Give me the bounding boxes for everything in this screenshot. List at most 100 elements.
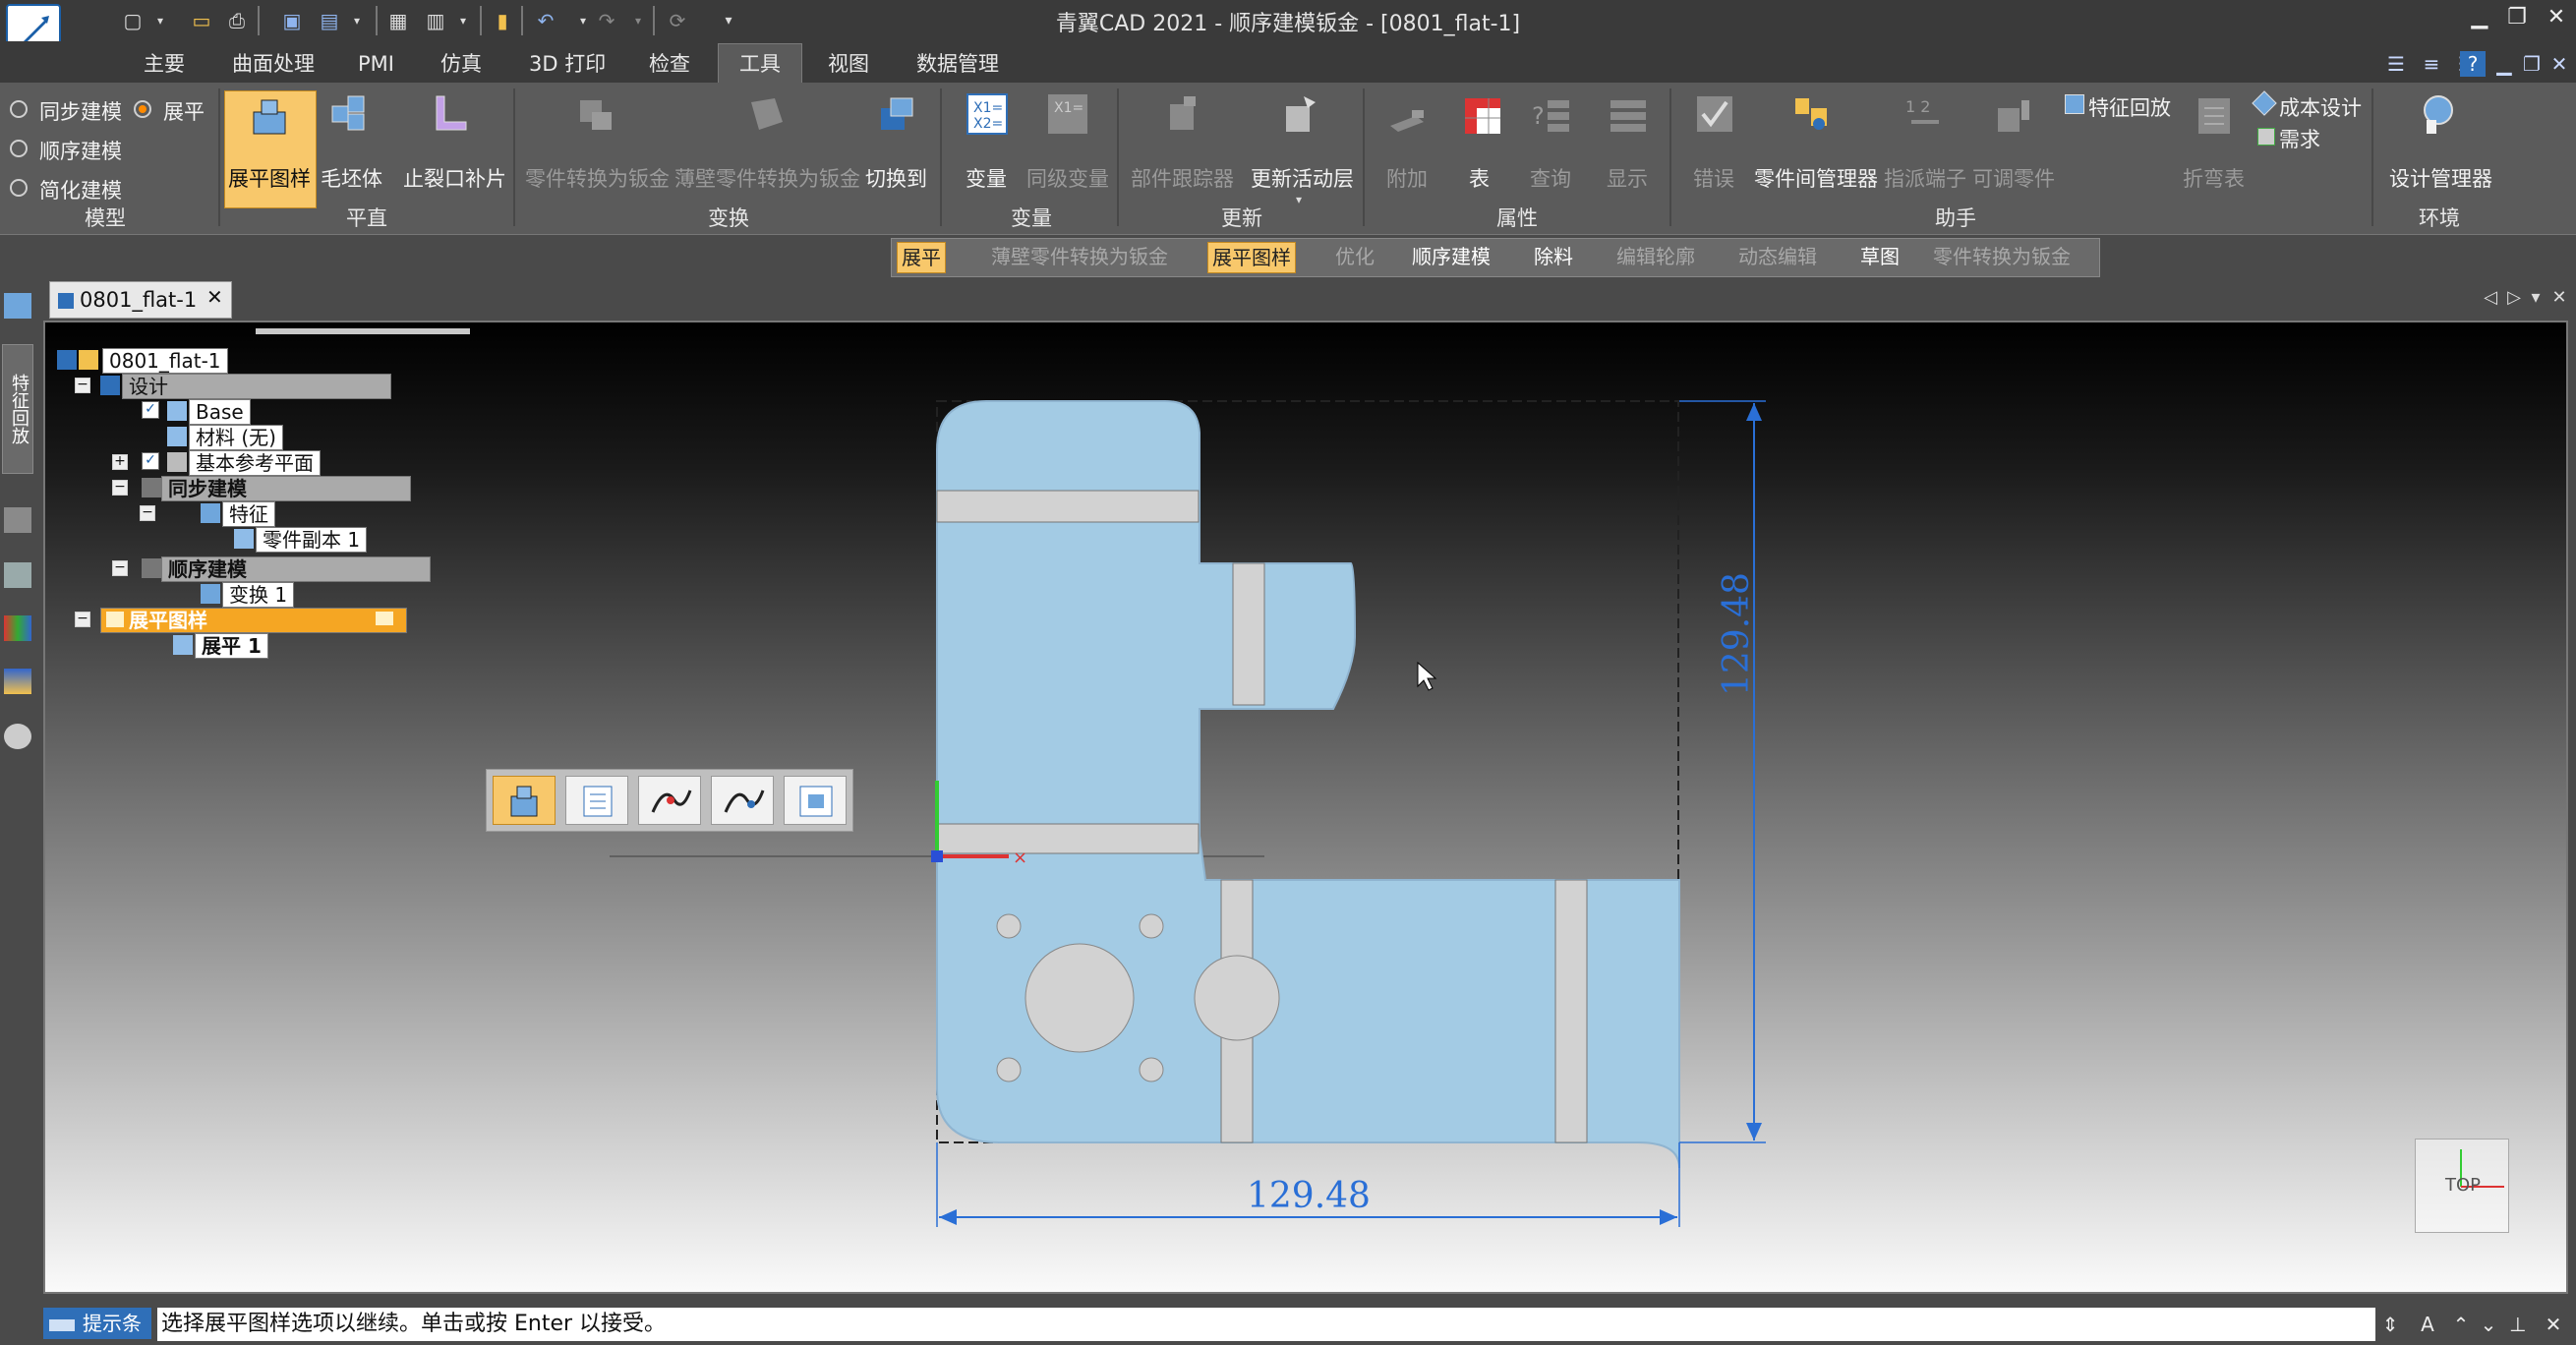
- tab-pmi[interactable]: PMI: [358, 49, 394, 79]
- tab-scroll-right-icon[interactable]: ▷: [2503, 285, 2525, 311]
- restore-button[interactable]: ❐: [2501, 4, 2533, 31]
- radio-sync-modeling-label[interactable]: 同步建模: [39, 96, 122, 126]
- cmd-flatten[interactable]: 展平: [897, 242, 946, 273]
- adjustable-part-icon[interactable]: [1992, 94, 2035, 138]
- float-curve-button-2[interactable]: [711, 776, 774, 825]
- vertical-dimension-value[interactable]: 129.48: [1717, 572, 1757, 696]
- display-icon[interactable]: [1607, 94, 1650, 138]
- color-manager-icon[interactable]: [4, 615, 31, 641]
- requirements-label[interactable]: 需求: [2279, 124, 2320, 153]
- switch-to-icon[interactable]: [875, 92, 918, 136]
- interpart-manager-icon[interactable]: [1791, 94, 1835, 138]
- ribbon-restore-icon[interactable]: ❐: [2519, 51, 2545, 77]
- switch-to-label[interactable]: 切换到: [865, 163, 927, 193]
- update-active-layer-icon[interactable]: [1278, 92, 1321, 136]
- cmd-thinwall-to-sheetmetal[interactable]: 薄壁零件转换为钣金: [991, 242, 1168, 271]
- bend-table-label[interactable]: 折弯表: [2183, 163, 2245, 193]
- radio-sync-modeling[interactable]: [10, 100, 28, 118]
- tab-close-all-icon[interactable]: ✕: [2548, 285, 2570, 311]
- display-label[interactable]: 显示: [1607, 163, 1648, 193]
- tab-list-icon[interactable]: ▾: [2525, 285, 2547, 311]
- ref-planes-expander[interactable]: +: [112, 454, 128, 470]
- radio-simplified-modeling[interactable]: [10, 179, 28, 197]
- table-icon[interactable]: [1461, 94, 1504, 138]
- base-checkbox[interactable]: ✓: [142, 401, 159, 419]
- tools-icon[interactable]: [4, 724, 31, 749]
- tree-design-expander[interactable]: −: [75, 378, 90, 393]
- peer-variables-label[interactable]: 同级变量: [1026, 163, 1109, 193]
- features-expander[interactable]: −: [140, 505, 155, 521]
- feature-playback-label[interactable]: 特征回放: [2088, 92, 2171, 122]
- document-tab[interactable]: 0801_flat-1: [49, 281, 232, 319]
- update-dropdown-icon[interactable]: ▾: [1296, 193, 1302, 206]
- cmd-dynamic-edit[interactable]: 动态编辑: [1738, 242, 1817, 271]
- tab-main[interactable]: 主要: [144, 49, 185, 79]
- minimize-button[interactable]: ▁: [2464, 4, 2495, 31]
- relief-patch-label[interactable]: 止裂口补片: [403, 163, 506, 193]
- ordered-expander[interactable]: −: [112, 560, 128, 576]
- thinwall-to-sheetmetal-label[interactable]: 薄壁零件转换为钣金: [674, 163, 860, 193]
- tab-3d-print[interactable]: 3D 打印: [529, 49, 606, 79]
- variables-label[interactable]: 变量: [966, 163, 1007, 193]
- cmd-flat-pattern[interactable]: 展平图样: [1207, 242, 1296, 273]
- radio-ordered-modeling-label[interactable]: 顺序建模: [39, 136, 122, 165]
- cmd-ordered-modeling[interactable]: 顺序建模: [1412, 242, 1491, 271]
- tree-panel-grip[interactable]: [256, 328, 470, 334]
- cmd-part-to-sheetmetal[interactable]: 零件转换为钣金: [1933, 242, 2071, 271]
- cmd-edit-profile[interactable]: 编辑轮廓: [1616, 242, 1695, 271]
- horizontal-dimension-value[interactable]: 129.48: [1247, 1176, 1371, 1216]
- float-report-button[interactable]: [784, 776, 847, 825]
- assembly-icon[interactable]: [4, 562, 31, 588]
- part-to-sheetmetal-label[interactable]: 零件转换为钣金: [525, 163, 670, 193]
- cost-design-label[interactable]: 成本设计: [2279, 92, 2362, 122]
- ref-planes-checkbox[interactable]: ✓: [142, 452, 159, 470]
- assign-terminal-icon[interactable]: 1 2: [1903, 94, 1947, 138]
- appearance-icon[interactable]: [4, 669, 31, 694]
- close-button[interactable]: ✕: [2541, 4, 2572, 31]
- graphics-viewport[interactable]: × 129.48 129.48 0801_flat-1 − 设计 ✓ Base …: [43, 321, 2568, 1294]
- design-manager-label[interactable]: 设计管理器: [2389, 163, 2492, 193]
- query-icon[interactable]: ?: [1530, 94, 1573, 138]
- prompt-scroll-icon[interactable]: ⇕: [2377, 1312, 2403, 1337]
- prompt-dock-icon[interactable]: ⊥: [2505, 1312, 2531, 1337]
- feature-playback-icon[interactable]: [2065, 94, 2084, 114]
- float-flat-pattern-button[interactable]: [493, 776, 556, 825]
- tab-surfacing[interactable]: 曲面处理: [232, 49, 315, 79]
- attach-label[interactable]: 附加: [1386, 163, 1428, 193]
- radio-flatten-label[interactable]: 展平: [163, 96, 205, 126]
- cmd-cut[interactable]: 除料: [1534, 242, 1573, 271]
- tab-scroll-left-icon[interactable]: ◁: [2480, 285, 2501, 311]
- float-options-button[interactable]: [565, 776, 628, 825]
- tab-view[interactable]: 视图: [828, 49, 869, 79]
- blank-body-icon[interactable]: [328, 92, 372, 136]
- variables-icon[interactable]: X1= X2=: [966, 92, 1009, 136]
- relief-patch-icon[interactable]: [429, 92, 472, 136]
- peer-variables-icon[interactable]: X1=: [1046, 92, 1089, 136]
- prompt-expand-icon[interactable]: ⌃: [2448, 1312, 2474, 1337]
- part-to-sheetmetal-icon[interactable]: [574, 92, 617, 136]
- interpart-manager-label[interactable]: 零件间管理器: [1754, 163, 1878, 193]
- query-label[interactable]: 查询: [1530, 163, 1571, 193]
- tab-data-management[interactable]: 数据管理: [916, 49, 999, 79]
- error-label[interactable]: 错误: [1693, 163, 1734, 193]
- cmd-sketch[interactable]: 草图: [1860, 242, 1900, 271]
- ribbon-close-icon[interactable]: ✕: [2547, 51, 2572, 77]
- cmd-optimize[interactable]: 优化: [1335, 242, 1375, 271]
- assign-terminal-label[interactable]: 指派端子: [1884, 163, 1966, 193]
- blank-body-label[interactable]: 毛坯体: [321, 163, 382, 193]
- font-size-icon[interactable]: A: [2415, 1312, 2440, 1337]
- ribbon-minimize-icon[interactable]: ▁: [2491, 51, 2517, 77]
- table-label[interactable]: 表: [1469, 163, 1490, 193]
- radio-ordered-modeling[interactable]: [10, 140, 28, 157]
- view-orientation-cube[interactable]: TOP: [2415, 1139, 2509, 1233]
- assembly-tracker-label[interactable]: 部件跟踪器: [1131, 163, 1234, 193]
- update-active-layer-label[interactable]: 更新活动层: [1251, 163, 1354, 193]
- float-curve-button-1[interactable]: [638, 776, 701, 825]
- attach-icon[interactable]: [1386, 96, 1430, 140]
- sync-expander[interactable]: −: [112, 480, 128, 496]
- bend-table-icon[interactable]: [2193, 94, 2236, 138]
- layers-icon[interactable]: [4, 507, 31, 533]
- ribbon-layout-icon[interactable]: ≡: [2419, 51, 2444, 77]
- thinwall-to-sheetmetal-icon[interactable]: [745, 92, 789, 136]
- tab-simulation[interactable]: 仿真: [440, 49, 482, 79]
